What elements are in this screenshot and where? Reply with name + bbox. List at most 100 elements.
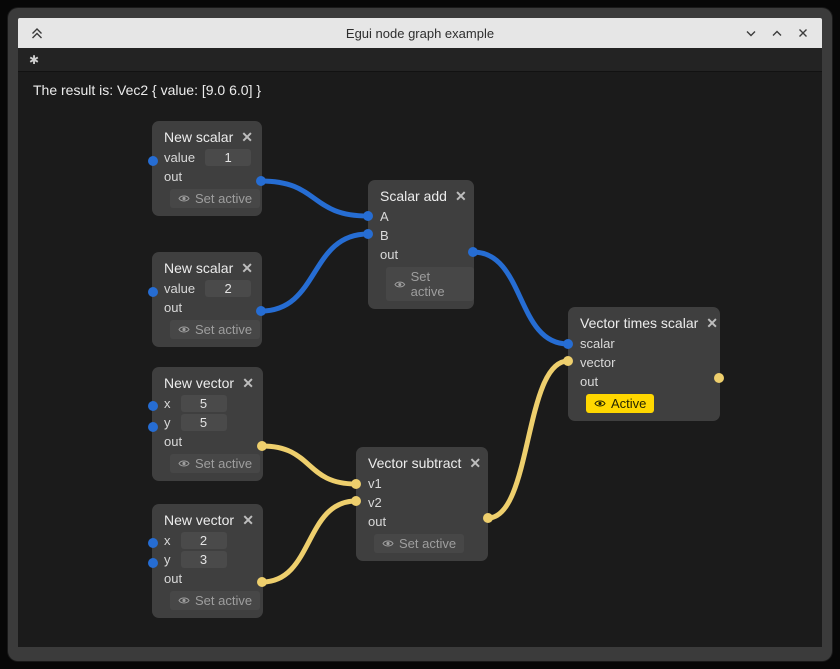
connection-wire-vec2 — [262, 446, 356, 484]
node-titlebar[interactable]: New vector✕ — [152, 504, 263, 531]
node-row-out: out — [152, 298, 262, 317]
port-scalar[interactable] — [256, 176, 266, 186]
set-active-button[interactable]: Set active — [170, 320, 260, 339]
shade-window-button[interactable] — [26, 22, 48, 44]
port-scalar[interactable] — [468, 247, 478, 257]
port-scalar[interactable] — [148, 538, 158, 548]
maximize-button[interactable] — [766, 22, 788, 44]
node-close-button[interactable]: ✕ — [233, 261, 253, 275]
row-label: B — [380, 228, 389, 243]
row-label: out — [380, 247, 398, 262]
close-window-button[interactable] — [792, 22, 814, 44]
row-label: vector — [580, 355, 615, 370]
eye-icon — [178, 194, 190, 203]
connection-wire-scalar — [261, 181, 368, 216]
port-vec2[interactable] — [351, 479, 361, 489]
eye-icon — [178, 596, 190, 605]
row-label: out — [368, 514, 386, 529]
node-row-value: value1 — [152, 148, 262, 167]
set-active-button[interactable]: Set active — [374, 534, 464, 553]
node-new-scalar-1[interactable]: New scalar✕value1outSet active — [152, 121, 262, 216]
set-active-button[interactable]: Set active — [170, 454, 260, 473]
value-drag-field[interactable]: 1 — [205, 149, 251, 166]
row-label: out — [164, 434, 182, 449]
node-new-vector-2[interactable]: New vector✕x2y3outSet active — [152, 504, 263, 618]
node-close-button[interactable]: ✕ — [447, 189, 467, 203]
port-vec2[interactable] — [483, 513, 493, 523]
chevron-up-icon — [768, 24, 786, 42]
value-drag-field[interactable]: 2 — [181, 532, 227, 549]
port-scalar[interactable] — [363, 229, 373, 239]
node-row-out: out — [152, 167, 262, 186]
node-close-button[interactable]: ✕ — [698, 316, 718, 330]
double-chevron-up-icon — [28, 24, 46, 42]
row-label: scalar — [580, 336, 615, 351]
node-title: New scalar — [164, 129, 233, 145]
port-vec2[interactable] — [714, 373, 724, 383]
value-drag-field[interactable]: 5 — [181, 395, 227, 412]
active-button[interactable]: Active — [586, 394, 654, 413]
node-titlebar[interactable]: New scalar✕ — [152, 121, 262, 148]
button-label: Active — [611, 396, 646, 411]
node-titlebar[interactable]: Vector times scalar✕ — [568, 307, 720, 334]
port-vec2[interactable] — [257, 577, 267, 587]
connection-wire-vec2 — [488, 361, 568, 518]
node-close-button[interactable]: ✕ — [461, 456, 481, 470]
node-title: New vector — [164, 512, 234, 528]
node-row-y: y3 — [152, 550, 263, 569]
node-titlebar[interactable]: Vector subtract✕ — [356, 447, 488, 474]
eye-icon — [394, 280, 406, 289]
value-drag-field[interactable]: 3 — [181, 551, 227, 568]
node-vector-times-scalar[interactable]: Vector times scalar✕ scalar vector out Activ… — [568, 307, 720, 421]
close-icon — [794, 24, 812, 42]
row-label: y — [164, 415, 171, 430]
row-label: x — [164, 396, 171, 411]
port-scalar[interactable] — [148, 287, 158, 297]
node-close-button[interactable]: ✕ — [233, 130, 253, 144]
node-row-A: A — [368, 207, 474, 226]
set-active-button[interactable]: Set active — [170, 189, 260, 208]
port-vec2[interactable] — [351, 496, 361, 506]
value-drag-field[interactable]: 5 — [181, 414, 227, 431]
node-close-button[interactable]: ✕ — [234, 376, 254, 390]
row-label: value — [164, 281, 195, 296]
node-new-vector-1[interactable]: New vector✕x5y5outSet active — [152, 367, 263, 481]
port-scalar[interactable] — [148, 156, 158, 166]
value-drag-field[interactable]: 2 — [205, 280, 251, 297]
port-vec2[interactable] — [563, 356, 573, 366]
button-label: Set active — [195, 322, 252, 337]
port-scalar[interactable] — [363, 211, 373, 221]
node-title: New vector — [164, 375, 234, 391]
set-active-button[interactable]: Set active — [386, 267, 474, 301]
node-row-out: out — [368, 245, 474, 264]
node-titlebar[interactable]: New vector✕ — [152, 367, 263, 394]
port-scalar[interactable] — [148, 401, 158, 411]
node-title: Vector times scalar — [580, 315, 698, 331]
node-row-out: out — [152, 432, 263, 451]
node-scalar-add[interactable]: Scalar add✕ABout Set active — [368, 180, 474, 309]
node-titlebar[interactable]: Scalar add✕ — [368, 180, 474, 207]
node-row-y: y5 — [152, 413, 263, 432]
port-scalar[interactable] — [148, 422, 158, 432]
row-label: y — [164, 552, 171, 567]
row-label: out — [164, 571, 182, 586]
port-vec2[interactable] — [257, 441, 267, 451]
node-new-scalar-2[interactable]: New scalar✕ value 2out Set active — [152, 252, 262, 347]
node-titlebar[interactable]: New scalar✕ — [152, 252, 262, 279]
port-scalar[interactable] — [256, 306, 266, 316]
node-graph-canvas[interactable]: New scalar✕value1outSet activeNew scalar… — [0, 0, 840, 669]
minimize-button[interactable] — [740, 22, 762, 44]
node-close-button[interactable]: ✕ — [234, 513, 254, 527]
row-label: out — [580, 374, 598, 389]
connection-wire-scalar — [473, 252, 568, 344]
port-scalar[interactable] — [563, 339, 573, 349]
button-label: Set active — [411, 269, 466, 299]
eye-icon — [178, 459, 190, 468]
node-row-out: out — [356, 512, 488, 531]
node-vector-subtract[interactable]: Vector subtract✕v1v2outSet active — [356, 447, 488, 561]
row-label: v1 — [368, 476, 382, 491]
node-row-x: x2 — [152, 531, 263, 550]
set-active-button[interactable]: Set active — [170, 591, 260, 610]
port-scalar[interactable] — [148, 558, 158, 568]
node-row-x: x5 — [152, 394, 263, 413]
